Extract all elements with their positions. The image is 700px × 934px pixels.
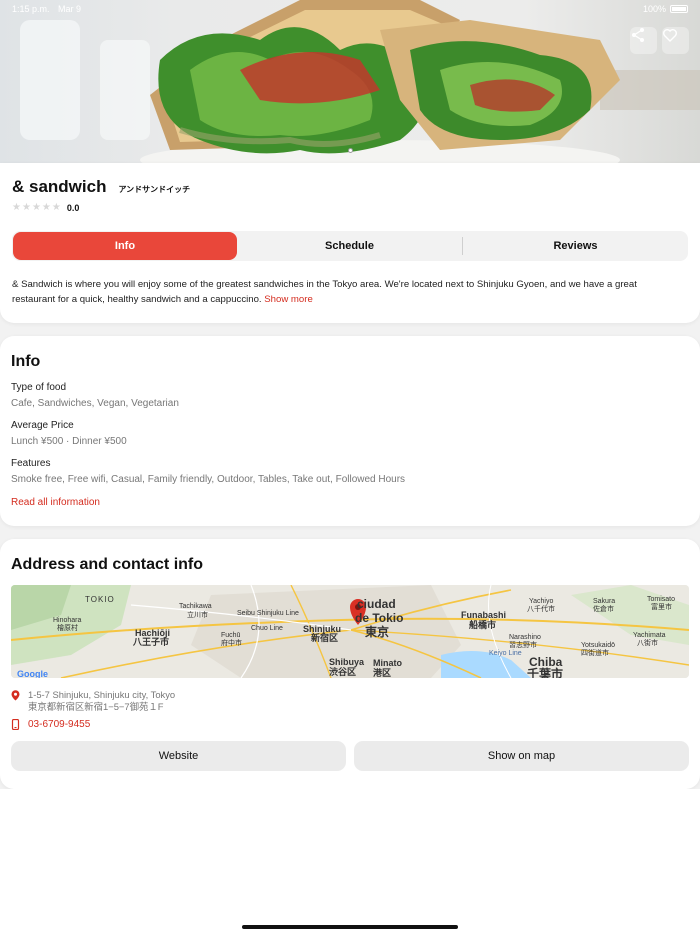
status-bar-right: 100% — [643, 4, 688, 14]
favorite-button[interactable] — [662, 27, 689, 54]
description: & Sandwich is where you will enjoy some … — [12, 278, 672, 307]
map-label: 檜原村 — [57, 623, 78, 632]
type-of-food-label: Type of food — [11, 382, 67, 393]
star-icon: ★ — [31, 202, 41, 213]
phone-number[interactable]: 03-6709-9455 — [28, 719, 90, 730]
type-of-food-value: Cafe, Sandwiches, Vegan, Vegetarian — [11, 398, 179, 409]
map-label: Funabashi — [461, 610, 506, 620]
phone-row[interactable]: 03-6709-9455 — [11, 719, 90, 730]
rating-value: 0.0 — [66, 203, 80, 213]
map-label: 渋谷区 — [329, 666, 356, 677]
average-price-value: Lunch ¥500 · Dinner ¥500 — [11, 436, 127, 447]
map-label: Sakura — [593, 598, 615, 605]
map-label: Keiyo Line — [489, 650, 522, 657]
rating-row: ★ ★ ★ ★ ★ 0.0 — [12, 203, 80, 214]
page-background — [0, 789, 700, 934]
map-label: TOKIO — [85, 595, 115, 604]
map-label: Seibu Shinjuku Line — [237, 610, 299, 617]
map-label: 港区 — [373, 667, 391, 678]
map-label: 八王子市 — [132, 636, 169, 647]
map-label: Narashino — [509, 634, 541, 641]
map-label: 佐倉市 — [593, 604, 614, 613]
map-label: Minato — [373, 658, 402, 668]
restaurant-name: & sandwich — [12, 177, 107, 196]
phone-icon — [11, 719, 20, 730]
share-icon — [632, 28, 644, 42]
map-label: Google — [17, 669, 48, 678]
status-bar: 1:15 p.m. Mar 9 — [12, 4, 87, 14]
map-label: 富里市 — [651, 602, 672, 611]
status-date: Mar 9 — [58, 4, 82, 14]
battery-percent: 100% — [642, 4, 666, 14]
features-label: Features — [11, 458, 51, 469]
sandwich-photo — [0, 0, 700, 163]
map-label: de Tokio — [355, 611, 403, 625]
star-rating: ★ ★ ★ ★ ★ — [12, 203, 61, 213]
map-label: 千葉市 — [527, 666, 563, 678]
show-on-map-button[interactable]: Show on map — [354, 741, 689, 771]
location-pin-icon — [11, 690, 20, 701]
info-heading: Info — [11, 353, 41, 370]
carousel-indicator — [0, 148, 700, 153]
map-label: 四街道市 — [581, 648, 609, 657]
hero-image: 1:15 p.m. Mar 9 100% — [0, 0, 700, 163]
map-label: Hinohara — [53, 617, 82, 624]
status-time: 1:15 p.m. — [12, 4, 50, 14]
map-label: Tachikawa — [179, 603, 212, 610]
location-map[interactable]: TOKIO Hinohara 檜原村 Hachiōji 八王子市 Tachika… — [11, 585, 689, 678]
average-price-label: Average Price — [11, 420, 74, 431]
map-label: Tomisato — [647, 596, 675, 603]
title-row: & sandwich アンドサンドイッチ — [12, 177, 190, 197]
info-card: Info Type of food Cafe, Sandwiches, Vega… — [0, 336, 700, 526]
map-label: 東京 — [365, 624, 389, 639]
tab-schedule[interactable]: Schedule — [237, 232, 462, 260]
address-line-2: 東京都新宿区新宿1−5−7御苑１F — [28, 701, 164, 712]
home-indicator[interactable] — [242, 925, 458, 929]
map-label: Yotsukaidō — [581, 642, 615, 649]
heart-icon — [663, 29, 677, 42]
tab-bar: Info Schedule Reviews — [12, 231, 688, 261]
show-more-link[interactable]: Show more — [264, 294, 313, 305]
share-button[interactable] — [630, 27, 657, 54]
map-label: 府中市 — [221, 638, 242, 647]
description-text: & Sandwich is where you will enjoy some … — [12, 279, 637, 305]
map-label: Shibuya — [329, 657, 365, 667]
map-label: 習志野市 — [509, 640, 537, 649]
map-label: 新宿区 — [311, 632, 338, 643]
map-label: Yachimata — [633, 632, 666, 639]
map-label: 船橋市 — [469, 619, 496, 630]
map-label: ciudad — [357, 597, 396, 611]
map-label: Chuo Line — [251, 625, 283, 632]
carousel-dot — [347, 148, 353, 153]
tab-info[interactable]: Info — [13, 232, 237, 260]
star-icon: ★ — [51, 202, 61, 213]
star-icon: ★ — [12, 202, 21, 213]
star-icon: ★ — [21, 202, 31, 213]
battery-icon — [670, 5, 688, 13]
read-all-information-link[interactable]: Read all information — [11, 497, 100, 508]
map-label: Yachiyo — [529, 598, 553, 605]
map-label: 立川市 — [187, 610, 208, 619]
address-line-1: 1-5-7 Shinjuku, Shinjuku city, Tokyo — [28, 689, 176, 700]
map-label: 八街市 — [637, 638, 658, 647]
map-label: 八千代市 — [527, 604, 555, 613]
address-text: 1-5-7 Shinjuku, Shinjuku city, Tokyo 東京都… — [28, 689, 175, 713]
website-button[interactable]: Website — [11, 741, 346, 771]
star-icon: ★ — [41, 202, 51, 213]
address-row: 1-5-7 Shinjuku, Shinjuku city, Tokyo 東京都… — [11, 689, 175, 713]
map-graphic: TOKIO Hinohara 檜原村 Hachiōji 八王子市 Tachika… — [11, 585, 689, 678]
contact-heading: Address and contact info — [11, 556, 204, 573]
contact-card: Address and contact info TOKIO Hinohara … — [0, 539, 700, 789]
features-value: Smoke free, Free wifi, Casual, Family fr… — [11, 474, 406, 485]
restaurant-name-ja: アンドサンドイッチ — [118, 185, 191, 194]
map-label: Fuchū — [221, 632, 241, 639]
restaurant-header-card: & sandwich アンドサンドイッチ ★ ★ ★ ★ ★ 0.0 Info … — [0, 163, 700, 323]
tab-reviews[interactable]: Reviews — [463, 232, 688, 260]
